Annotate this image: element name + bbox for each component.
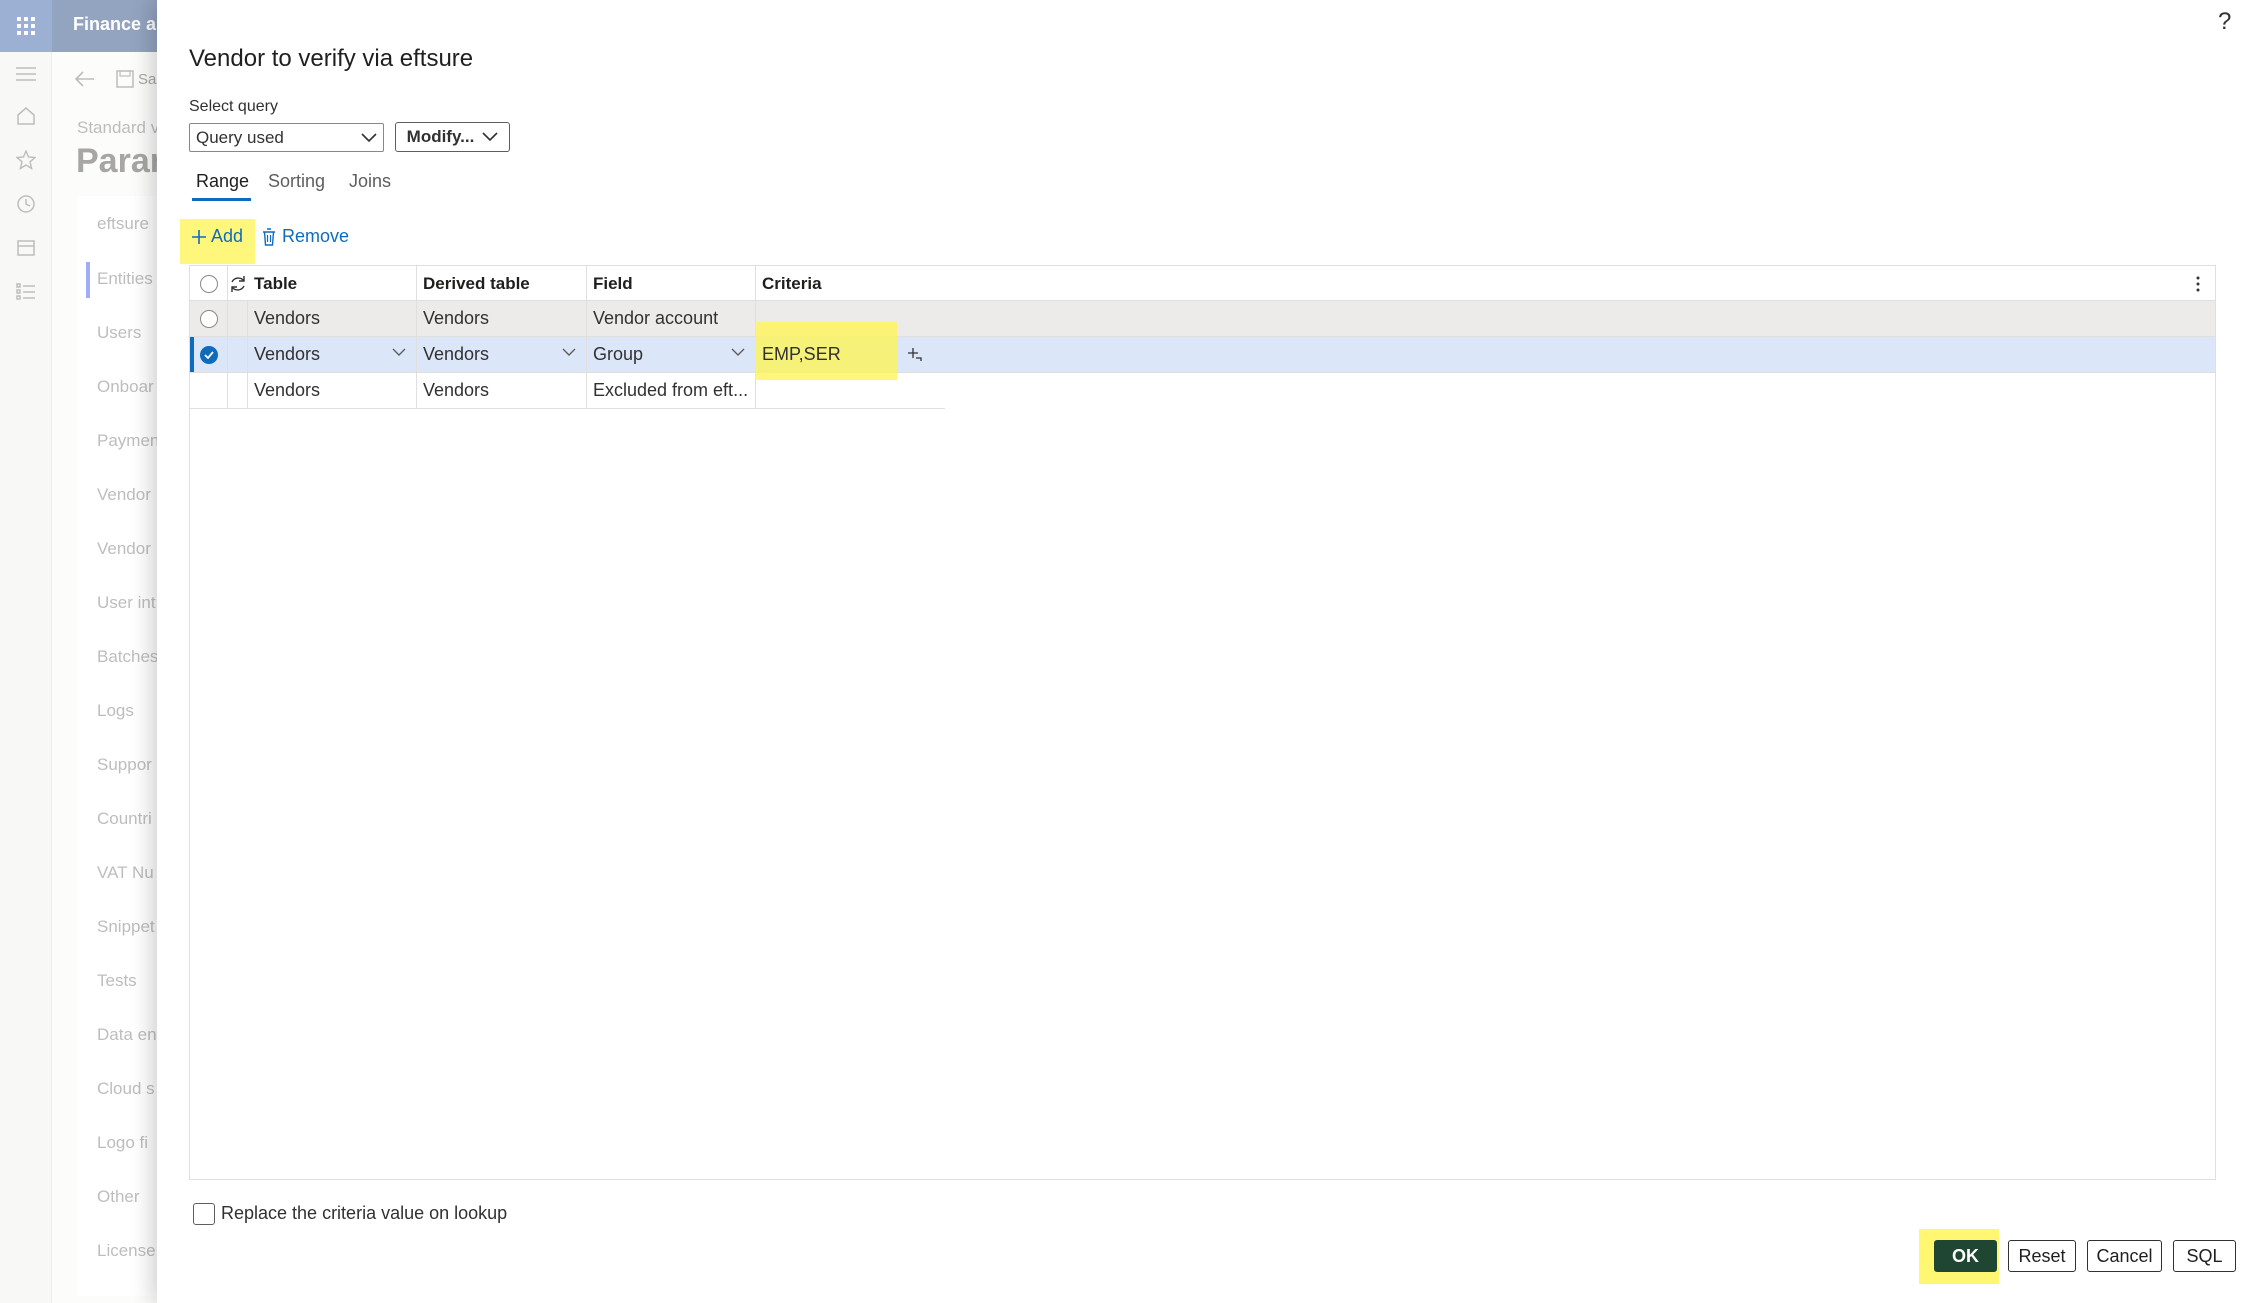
row-select-radio[interactable] <box>190 337 228 373</box>
grid-header: Table Derived table Field Criteria <box>190 266 2215 301</box>
column-header-field[interactable]: Field <box>587 266 756 301</box>
dialog-title: Vendor to verify via eftsure <box>189 45 474 72</box>
table-row[interactable]: Vendors Vendors Vendor account <box>190 301 2215 337</box>
checkmark-icon <box>199 345 218 364</box>
row-spacer <box>228 337 248 373</box>
select-query-label: Select query <box>189 98 278 115</box>
active-tab-indicator <box>192 198 251 201</box>
remove-button[interactable]: Remove <box>262 226 349 247</box>
row-spacer <box>228 373 248 409</box>
cell-field[interactable]: Vendor account <box>587 301 756 337</box>
more-options-icon[interactable] <box>2195 275 2201 298</box>
plus-icon <box>192 229 206 244</box>
cell-derived-dropdown[interactable]: Vendors <box>417 337 587 373</box>
add-button[interactable]: Add <box>191 226 243 247</box>
row-select-radio[interactable] <box>190 301 228 337</box>
cancel-button[interactable]: Cancel <box>2087 1240 2162 1272</box>
cell-table: Vendors <box>254 344 321 364</box>
replace-criteria-checkbox[interactable] <box>193 1203 215 1225</box>
trash-icon <box>263 227 275 246</box>
modify-label: Modify... <box>406 127 475 146</box>
cell-table[interactable]: Vendors <box>248 301 417 337</box>
row-spacer <box>228 301 248 337</box>
row-select-radio[interactable] <box>190 373 228 409</box>
chevron-down-icon <box>562 348 576 356</box>
remove-label: Remove <box>282 226 350 246</box>
cell-field: Group <box>593 344 644 364</box>
cell-derived-table: Vendors <box>423 344 490 364</box>
column-header-derived-table[interactable]: Derived table <box>417 266 587 301</box>
cell-table[interactable]: Vendors <box>248 373 417 409</box>
replace-criteria-label: Replace the criteria value on lookup <box>221 1203 508 1223</box>
cell-table-dropdown[interactable]: Vendors <box>248 337 417 373</box>
query-select[interactable]: Query used <box>189 123 384 152</box>
cell-criteria[interactable]: EMP,SER <box>756 337 2215 373</box>
refresh-icon[interactable] <box>228 266 248 301</box>
radio-icon <box>199 274 218 293</box>
cell-field[interactable]: Excluded from eft... <box>587 373 756 409</box>
chevron-down-icon <box>731 348 745 356</box>
reset-button[interactable]: Reset <box>2008 1240 2076 1272</box>
chevron-down-icon <box>392 348 406 356</box>
modify-button[interactable]: Modify... <box>395 122 510 152</box>
radio-icon <box>199 309 218 328</box>
query-select-value: Query used <box>196 127 284 147</box>
cell-derived-table[interactable]: Vendors <box>417 301 587 337</box>
chevron-down-icon <box>361 132 377 142</box>
cell-derived-table[interactable]: Vendors <box>417 373 587 409</box>
tab-joins[interactable]: Joins <box>349 171 391 192</box>
criteria-value: EMP,SER <box>762 344 841 364</box>
table-row-selected[interactable]: Vendors Vendors Group EMP,SER <box>190 337 2215 373</box>
lookup-icon[interactable] <box>908 348 922 362</box>
ok-button[interactable]: OK <box>1934 1240 1997 1272</box>
cell-field-dropdown[interactable]: Group <box>587 337 756 373</box>
tab-sorting[interactable]: Sorting <box>268 171 325 192</box>
select-all-radio[interactable] <box>190 266 228 301</box>
help-icon[interactable]: ? <box>2218 8 2231 36</box>
add-label: Add <box>211 226 244 246</box>
sql-button[interactable]: SQL <box>2173 1240 2236 1272</box>
column-header-criteria[interactable]: Criteria <box>756 266 2215 301</box>
range-grid: Table Derived table Field Criteria Vendo… <box>189 265 2216 1180</box>
tab-range[interactable]: Range <box>196 171 249 192</box>
cell-criteria[interactable] <box>756 301 2215 337</box>
chevron-down-icon <box>482 132 498 142</box>
column-header-table[interactable]: Table <box>248 266 417 301</box>
